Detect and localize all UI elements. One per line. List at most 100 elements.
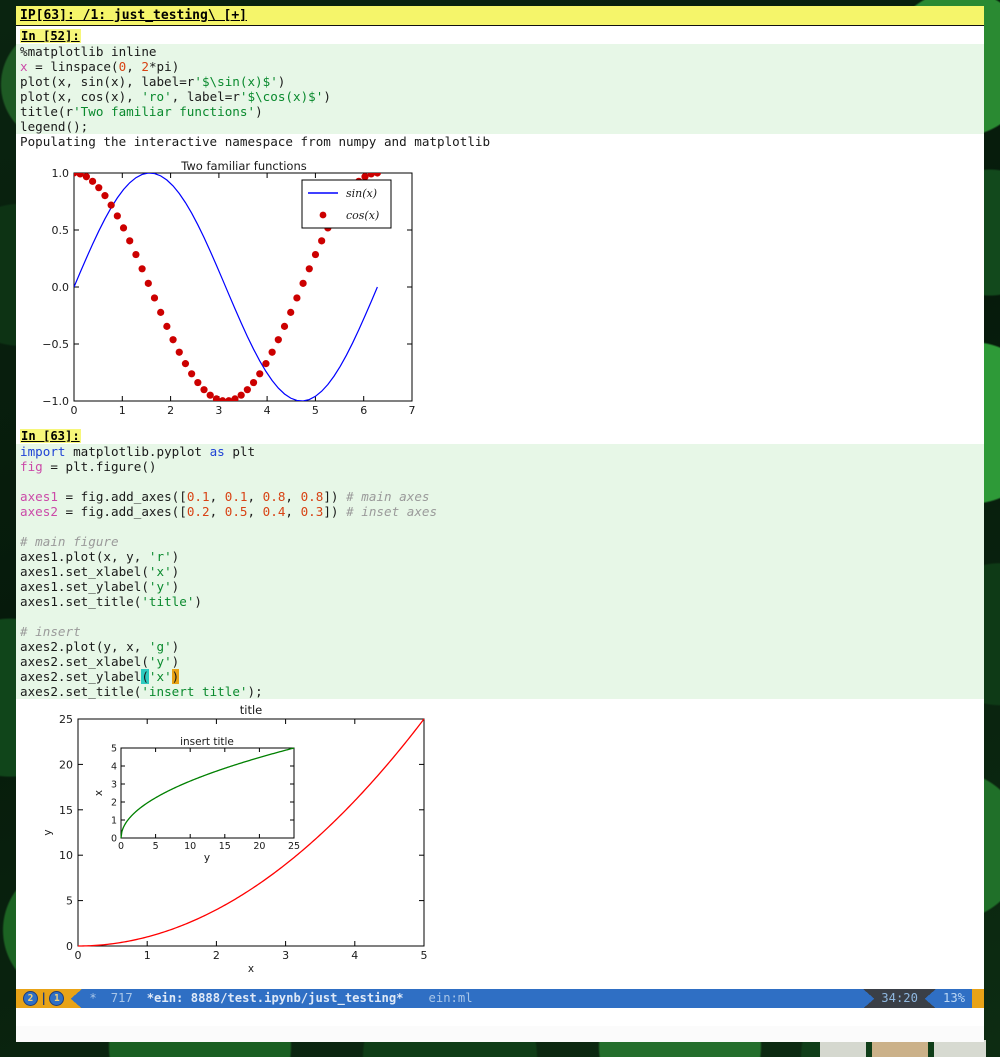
cell-1-source[interactable]: %matplotlib inline x = linspace(0, 2*pi)… [16, 44, 984, 134]
notebook-buffer[interactable]: In [52]: %matplotlib inline x = linspace… [16, 26, 984, 1008]
modeline-endcap [972, 989, 984, 1008]
code-token-var: fig [20, 459, 43, 474]
code-token-str: 'insert title' [141, 684, 247, 699]
code-token: ]) [323, 489, 346, 504]
modeline-major-mode[interactable]: ein:ml [422, 989, 480, 1008]
cell-1-output-figure: Two familiar functions [16, 149, 984, 416]
code-token: axes1.set_xlabel( [20, 564, 149, 579]
code-token: , [210, 504, 225, 519]
modeline-window-numbers[interactable]: 2|1 [16, 989, 71, 1008]
code-token-str: 'y' [149, 654, 172, 669]
code-token-str: 'y' [149, 579, 172, 594]
chart1-xtick: 6 [360, 404, 367, 416]
code-token: , [285, 489, 300, 504]
code-token-num: 2 [141, 59, 149, 74]
chart2-xtick: 3 [282, 949, 289, 962]
chart2-xtick: 1 [144, 949, 151, 962]
chart2-inset-ytick: 1 [111, 816, 117, 827]
code-token: axes1.plot(x, y, [20, 549, 149, 564]
code-token: title(r [20, 104, 73, 119]
modeline-buffer-size: 717 [104, 989, 140, 1008]
emacs-minibuffer[interactable] [16, 1026, 984, 1042]
code-token-num: 0.8 [263, 489, 286, 504]
cell-2-output-figure: title [16, 699, 984, 976]
chart2-xtick: 2 [213, 949, 220, 962]
code-token-cmt: # inset axes [346, 504, 437, 519]
code-token-num: 0.1 [225, 489, 248, 504]
chart1-ytick: 0.0 [52, 281, 70, 294]
code-token-num: 0.1 [187, 489, 210, 504]
chart2-inset-title: insert title [180, 736, 234, 748]
chart2-ytick: 20 [59, 758, 73, 771]
code-token-str: 'Two familiar functions' [73, 104, 255, 119]
code-token: ) [172, 564, 180, 579]
notebook-tabline[interactable]: IP[63]: /1: just_testing\ [+] [16, 6, 984, 26]
window-number-separator: | [38, 991, 49, 1006]
code-token: matplotlib.pyplot [66, 444, 210, 459]
code-token-str: 'r' [149, 549, 172, 564]
modeline-time: 34:20 [874, 989, 925, 1008]
chart2-xtick: 4 [351, 949, 358, 962]
code-token: , [210, 489, 225, 504]
chart1-xtick: 2 [167, 404, 174, 416]
window-number-left: 2 [23, 991, 38, 1006]
code-token: = linspace( [28, 59, 119, 74]
chart1-legend-label-sin: sin(x) [346, 187, 377, 200]
code-token-num: 0.4 [263, 504, 286, 519]
desktop-item-3 [934, 1040, 986, 1057]
desktop-bottom-items [820, 1040, 1000, 1057]
code-token: ) [278, 74, 286, 89]
emacs-modeline[interactable]: 2|1 * 717 *ein: 8888/test.ipynb/just_tes… [16, 989, 984, 1008]
chart2-inset-ytick: 4 [111, 762, 117, 773]
chart2-title: title [240, 703, 262, 717]
chart2-inset-ytick: 0 [111, 834, 117, 845]
code-token-var: x [20, 59, 28, 74]
code-token: , [126, 59, 141, 74]
code-token-str: 'title' [141, 594, 194, 609]
cell-1-prompt-row: In [52]: [16, 26, 984, 44]
chart1-ytick: 0.5 [52, 224, 70, 237]
cell-1-input-prompt[interactable]: In [52]: [20, 29, 81, 43]
code-token: = fig.add_axes([ [58, 489, 187, 504]
code-token: , [285, 504, 300, 519]
chart1-xtick: 7 [409, 404, 416, 416]
modeline-position-percent: 13% [936, 989, 972, 1008]
chart2-inset-xtick: 15 [219, 841, 231, 852]
chart1-title: Two familiar functions [180, 159, 307, 173]
code-token: plot(x, sin(x), label=r [20, 74, 194, 89]
chart2-inset-xlabel: y [204, 852, 210, 864]
tabline-label: IP[63]: /1: just_testing\ [+] [20, 8, 247, 23]
powerline-arrow-3 [480, 989, 491, 1008]
chart2-ylabel: y [42, 829, 54, 835]
figure-title-with-inset: title [16, 701, 436, 976]
code-token-num: 0.8 [301, 489, 324, 504]
code-token: ) [172, 639, 180, 654]
cursor-paren-close-highlight: ) [172, 669, 180, 684]
code-token-var: axes2 [20, 504, 58, 519]
chart2-inset-xtick: 25 [288, 841, 300, 852]
code-token-cmt: # main axes [346, 489, 429, 504]
code-token: ); [247, 684, 262, 699]
powerline-arrow-1 [71, 989, 82, 1008]
powerline-arrow-5 [925, 989, 936, 1008]
chart2-inset-xtick: 10 [184, 841, 196, 852]
chart2-inset-ytick: 2 [111, 798, 117, 809]
code-token: axes2.set_xlabel( [20, 654, 149, 669]
chart1-legend-label-cos: cos(x) [346, 209, 379, 222]
cell-2-source[interactable]: import matplotlib.pyplot as plt fig = pl… [16, 444, 984, 699]
chart1-ytick: −1.0 [42, 395, 69, 408]
chart2-ytick: 25 [59, 713, 73, 726]
chart1-xtick: 5 [312, 404, 319, 416]
modeline-spacer [491, 989, 864, 1008]
modeline-modified-flag[interactable]: * [82, 989, 103, 1008]
chart2-inset-xtick: 20 [253, 841, 265, 852]
cell-2-input-prompt[interactable]: In [63]: [20, 429, 81, 443]
chart1-xtick: 4 [264, 404, 271, 416]
code-token-kw: as [210, 444, 225, 459]
modeline-buffer-name[interactable]: *ein: 8888/test.ipynb/just_testing* [140, 989, 411, 1008]
code-token-var: axes1 [20, 489, 58, 504]
code-token-str: 'x' [149, 564, 172, 579]
chart2-inset-ytick: 5 [111, 744, 117, 755]
code-token: axes2.set_ylabel [20, 669, 141, 684]
chart1-xtick: 1 [119, 404, 126, 416]
